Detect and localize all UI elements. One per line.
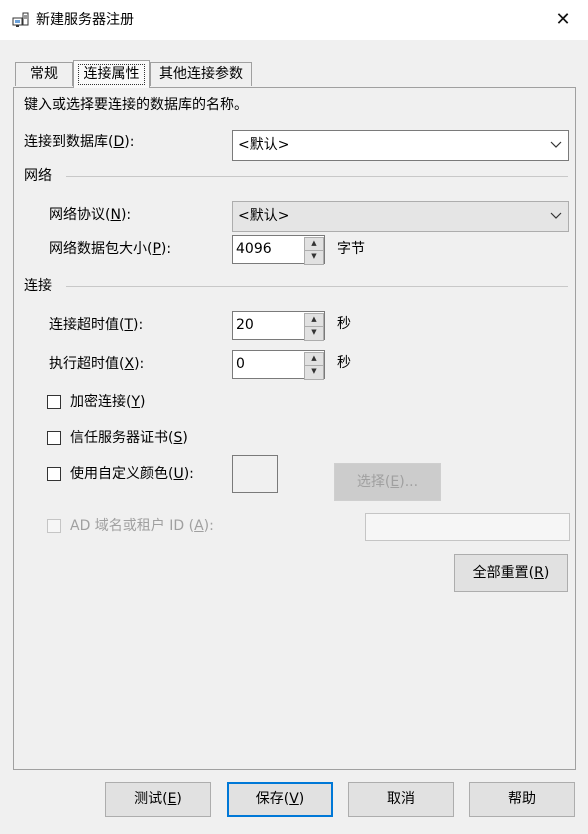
select-color-button[interactable]: 选择(E)... — [334, 463, 441, 501]
window-title: 新建服务器注册 — [36, 12, 134, 28]
help-label: 帮助 — [508, 791, 536, 807]
exec-timeout-unit: 秒 — [337, 355, 351, 371]
instruction-text: 键入或选择要连接的数据库的名称。 — [24, 97, 248, 113]
ad-domain-label-suffix: ): — [203, 518, 214, 534]
connect-db-label: 连接到数据库(D): — [24, 133, 134, 151]
ad-domain-accesskey: A — [194, 518, 204, 534]
connect-timeout-unit: 秒 — [337, 316, 351, 332]
trust-cert-label-suffix: ) — [182, 430, 188, 446]
tab-general-label: 常规 — [30, 66, 58, 82]
protocol-accesskey: N — [110, 207, 121, 223]
trust-cert-checkbox[interactable] — [47, 431, 61, 445]
exec-timeout-value: 0 — [236, 356, 245, 372]
packet-size-label-suffix: ): — [160, 241, 172, 257]
save-label: 保存( — [255, 791, 290, 807]
close-icon[interactable]: ✕ — [548, 6, 578, 34]
ad-domain-input[interactable] — [365, 513, 570, 541]
tab-connection-properties[interactable]: 连接属性 — [73, 60, 150, 88]
custom-color-label[interactable]: 使用自定义颜色(U): — [70, 465, 194, 483]
connect-timeout-label-suffix: ): — [133, 317, 144, 333]
select-color-accesskey: E — [390, 474, 400, 490]
test-suffix: ) — [176, 791, 182, 807]
connect-db-value: <默认> — [238, 137, 290, 153]
protocol-label-suffix: ): — [120, 207, 132, 223]
save-button[interactable]: 保存(V) — [227, 782, 333, 817]
connect-timeout-label: 连接超时值(T): — [49, 316, 143, 334]
tab-additional-parameters[interactable]: 其他连接参数 — [150, 62, 252, 86]
help-button[interactable]: 帮助 — [469, 782, 575, 817]
connection-group-header: 连接 — [24, 278, 52, 294]
exec-timeout-label: 执行超时值(X): — [49, 355, 144, 373]
custom-color-label-text: 使用自定义颜色( — [70, 466, 174, 482]
protocol-value: <默认> — [238, 208, 290, 224]
test-button[interactable]: 测试(E) — [105, 782, 211, 817]
connect-timeout-spinner[interactable]: 20 ▲ ▼ — [232, 311, 325, 341]
tab-additional-parameters-label: 其他连接参数 — [159, 66, 243, 82]
spin-down-icon[interactable]: ▼ — [304, 250, 324, 265]
custom-color-accesskey: U — [173, 466, 184, 482]
network-group-header: 网络 — [24, 168, 52, 184]
connect-db-label-suffix: ): — [124, 134, 135, 150]
save-suffix: ) — [298, 791, 305, 807]
exec-timeout-label-suffix: ): — [134, 356, 145, 372]
tab-general[interactable]: 常规 — [15, 62, 73, 86]
trust-cert-label-text: 信任服务器证书( — [70, 430, 174, 446]
cancel-button[interactable]: 取消 — [348, 782, 454, 817]
server-registration-icon — [12, 11, 30, 29]
packet-size-label-text: 网络数据包大小( — [49, 241, 153, 257]
packet-size-spinner[interactable]: 4096 ▲ ▼ — [232, 235, 325, 265]
test-label: 测试( — [134, 791, 168, 807]
packet-size-label: 网络数据包大小(P): — [49, 240, 171, 258]
exec-timeout-accesskey: X — [124, 356, 135, 372]
reset-all-suffix: ) — [543, 565, 550, 581]
tab-connection-properties-label: 连接属性 — [83, 66, 140, 82]
cancel-label: 取消 — [387, 791, 415, 807]
connect-timeout-accesskey: T — [124, 317, 134, 333]
custom-color-checkbox[interactable] — [47, 467, 61, 481]
connect-db-combobox[interactable]: <默认> — [232, 130, 569, 161]
ad-domain-checkbox[interactable] — [47, 519, 61, 533]
encrypt-accesskey: Y — [131, 394, 141, 410]
connect-timeout-value: 20 — [236, 317, 254, 333]
save-accesskey: V — [289, 791, 299, 807]
ad-domain-label-text: AD 域名或租户 ID ( — [70, 518, 195, 534]
custom-color-label-suffix: ): — [183, 466, 194, 482]
chevron-down-icon — [550, 202, 562, 240]
connect-timeout-label-text: 连接超时值( — [49, 317, 125, 333]
color-swatch — [232, 455, 278, 493]
exec-timeout-spinner[interactable]: 0 ▲ ▼ — [232, 350, 325, 380]
packet-size-unit: 字节 — [337, 241, 365, 257]
connection-separator — [66, 286, 568, 287]
exec-timeout-label-text: 执行超时值( — [49, 356, 125, 372]
protocol-combobox[interactable]: <默认> — [232, 201, 569, 232]
trust-cert-label[interactable]: 信任服务器证书(S) — [70, 429, 188, 447]
exec-timeout-spin-buttons: ▲ ▼ — [304, 352, 324, 380]
connect-timeout-spin-buttons: ▲ ▼ — [304, 313, 324, 341]
network-separator — [66, 176, 568, 177]
reset-all-button[interactable]: 全部重置(R) — [454, 554, 568, 592]
packet-size-spin-buttons: ▲ ▼ — [304, 237, 324, 265]
connect-db-accesskey: D — [113, 134, 125, 150]
packet-size-accesskey: P — [152, 241, 161, 257]
reset-all-accesskey: R — [534, 565, 544, 581]
encrypt-label-suffix: ) — [140, 394, 146, 410]
connect-db-label-text: 连接到数据库( — [24, 134, 114, 150]
spin-down-icon[interactable]: ▼ — [304, 326, 324, 341]
encrypt-label[interactable]: 加密连接(Y) — [70, 393, 146, 411]
encrypt-label-text: 加密连接( — [70, 394, 132, 410]
packet-size-value: 4096 — [236, 241, 272, 257]
select-color-suffix: )... — [399, 474, 419, 490]
protocol-label: 网络协议(N): — [49, 206, 131, 224]
ad-domain-label: AD 域名或租户 ID (A): — [70, 517, 214, 535]
spin-down-icon[interactable]: ▼ — [304, 365, 324, 380]
select-color-label: 选择( — [356, 474, 391, 490]
protocol-label-text: 网络协议( — [49, 207, 111, 223]
encrypt-checkbox[interactable] — [47, 395, 61, 409]
chevron-down-icon — [550, 131, 562, 169]
reset-all-label: 全部重置( — [472, 565, 535, 581]
